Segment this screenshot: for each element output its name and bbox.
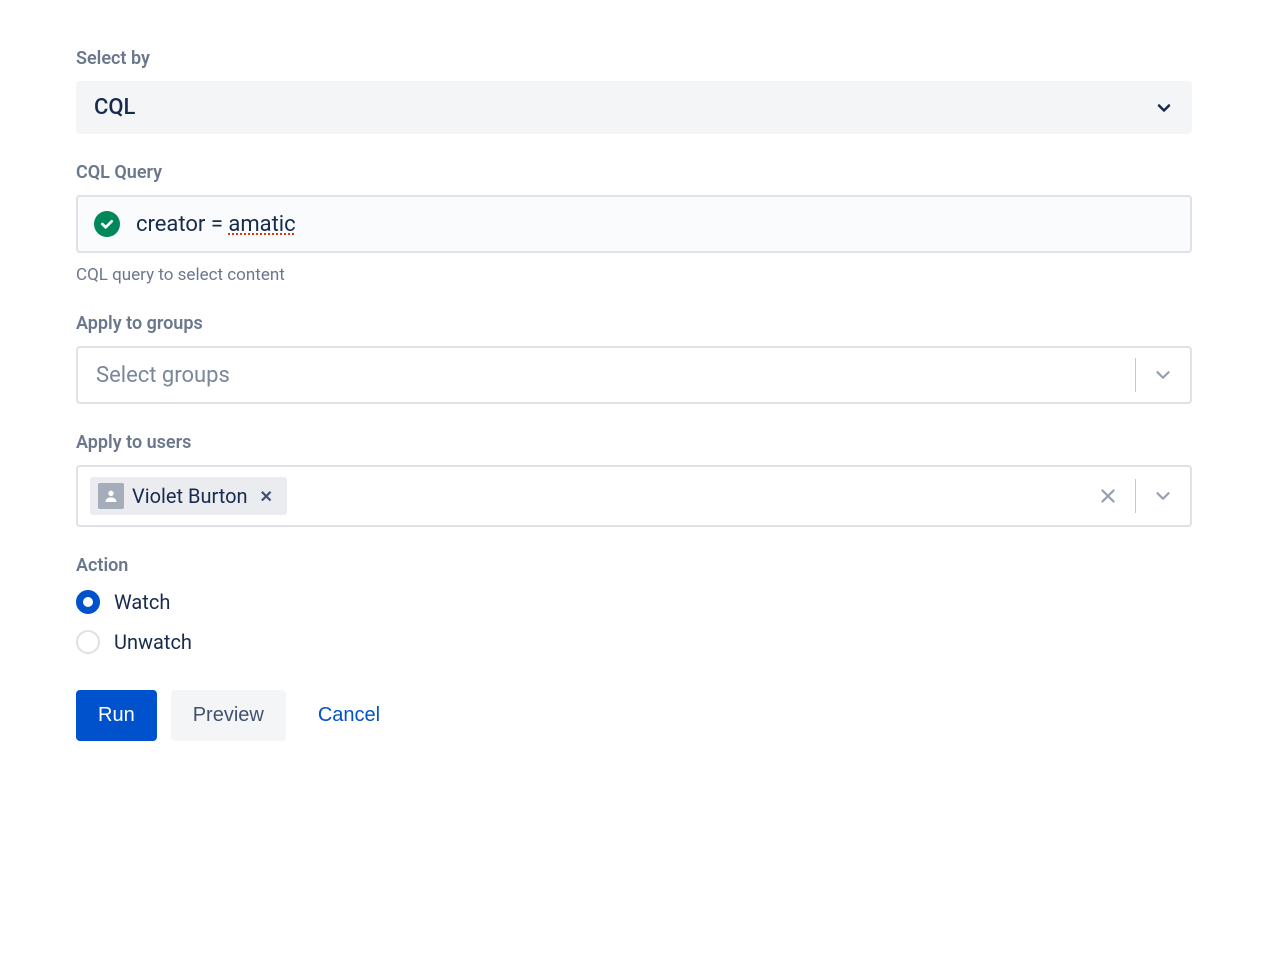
- chevron-down-icon: [1154, 98, 1174, 118]
- cql-query-input[interactable]: creator = amatic: [76, 195, 1192, 253]
- groups-select[interactable]: Select groups: [76, 346, 1192, 404]
- users-chips-area: Violet Burton ✕: [90, 477, 1093, 515]
- separator: [1135, 358, 1136, 392]
- users-controls: [1093, 479, 1178, 513]
- user-chip: Violet Burton ✕: [90, 477, 287, 515]
- action-radio-group: Watch Unwatch: [76, 590, 1192, 654]
- chevron-down-icon[interactable]: [1148, 481, 1178, 511]
- user-chip-remove-icon[interactable]: ✕: [256, 487, 277, 506]
- cql-query-text: creator = amatic: [136, 212, 296, 237]
- select-by-dropdown[interactable]: CQL: [76, 81, 1192, 134]
- groups-placeholder: Select groups: [90, 363, 1123, 388]
- radio-watch-label: Watch: [114, 590, 170, 614]
- radio-unwatch-label: Unwatch: [114, 630, 192, 654]
- select-by-group: Select by CQL: [76, 48, 1192, 134]
- user-avatar-icon: [98, 483, 124, 509]
- select-by-value: CQL: [94, 95, 135, 120]
- run-button[interactable]: Run: [76, 690, 157, 741]
- apply-to-groups-label: Apply to groups: [76, 313, 1192, 334]
- groups-controls: [1123, 358, 1178, 392]
- apply-to-users-group: Apply to users Violet Burton ✕: [76, 432, 1192, 527]
- radio-unwatch[interactable]: Unwatch: [76, 630, 1192, 654]
- radio-watch[interactable]: Watch: [76, 590, 1192, 614]
- radio-checked-icon: [76, 590, 100, 614]
- separator: [1135, 479, 1136, 513]
- action-label: Action: [76, 555, 1192, 576]
- chevron-down-icon[interactable]: [1148, 360, 1178, 390]
- action-group: Action Watch Unwatch: [76, 555, 1192, 654]
- cql-prefix: creator =: [136, 212, 228, 237]
- radio-unchecked-icon: [76, 630, 100, 654]
- check-circle-icon: [94, 211, 120, 237]
- cancel-button[interactable]: Cancel: [300, 690, 398, 741]
- clear-icon[interactable]: [1093, 481, 1123, 511]
- cql-query-group: CQL Query creator = amatic CQL query to …: [76, 162, 1192, 285]
- apply-to-users-label: Apply to users: [76, 432, 1192, 453]
- button-row: Run Preview Cancel: [76, 690, 1192, 741]
- cql-query-label: CQL Query: [76, 162, 1192, 183]
- apply-to-groups-group: Apply to groups Select groups: [76, 313, 1192, 404]
- cql-helper-text: CQL query to select content: [76, 265, 1192, 285]
- user-chip-label: Violet Burton: [132, 484, 248, 508]
- preview-button[interactable]: Preview: [171, 690, 286, 741]
- users-select[interactable]: Violet Burton ✕: [76, 465, 1192, 527]
- select-by-label: Select by: [76, 48, 1192, 69]
- cql-value-underlined: amatic: [228, 212, 295, 237]
